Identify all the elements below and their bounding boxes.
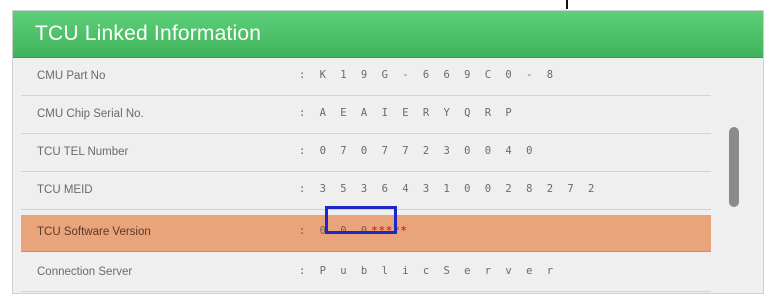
row-value: : K 1 9 G - 6 6 9 C 0 - 8 [299, 69, 558, 81]
row-cmu-chip-serial-no[interactable]: CMU Chip Serial No. : A E A I E R Y Q R … [21, 97, 711, 134]
row-tcu-meid[interactable]: TCU MEID : 3 5 3 6 4 3 1 0 0 2 8 2 7 2 [21, 173, 711, 210]
row-connection-server[interactable]: Connection Server : P u b l i c S e r v … [21, 255, 711, 292]
info-list[interactable]: CMU Part No : K 1 9 G - 6 6 9 C 0 - 8 CM… [13, 57, 763, 293]
panel-header: TCU Linked Information [13, 11, 763, 58]
cursor-marker [566, 0, 568, 9]
redaction-outline [325, 206, 397, 234]
panel-title: TCU Linked Information [35, 22, 262, 45]
row-label: CMU Part No [37, 70, 106, 82]
row-value: : 0 7 0 7 7 2 3 0 0 4 0 [299, 145, 537, 157]
top-strip [0, 0, 774, 10]
row-label: TCU MEID [37, 184, 93, 196]
row-value: : A E A I E R Y Q R P [299, 107, 516, 119]
row-label: Connection Server [37, 266, 133, 278]
row-value: : P u b l i c S e r v e r [299, 265, 558, 277]
scrollbar-thumb[interactable] [729, 127, 739, 207]
tcu-linked-info-panel: TCU Linked Information CMU Part No : K 1… [12, 10, 764, 294]
row-label: TCU TEL Number [37, 146, 129, 158]
row-tcu-tel-number[interactable]: TCU TEL Number : 0 7 0 7 7 2 3 0 0 4 0 [21, 135, 711, 172]
row-label: TCU Software Version [37, 226, 151, 238]
row-cmu-part-no[interactable]: CMU Part No : K 1 9 G - 6 6 9 C 0 - 8 [21, 59, 711, 96]
row-value: : 3 5 3 6 4 3 1 0 0 2 8 2 7 2 [299, 183, 599, 195]
row-label: CMU Chip Serial No. [37, 108, 144, 120]
